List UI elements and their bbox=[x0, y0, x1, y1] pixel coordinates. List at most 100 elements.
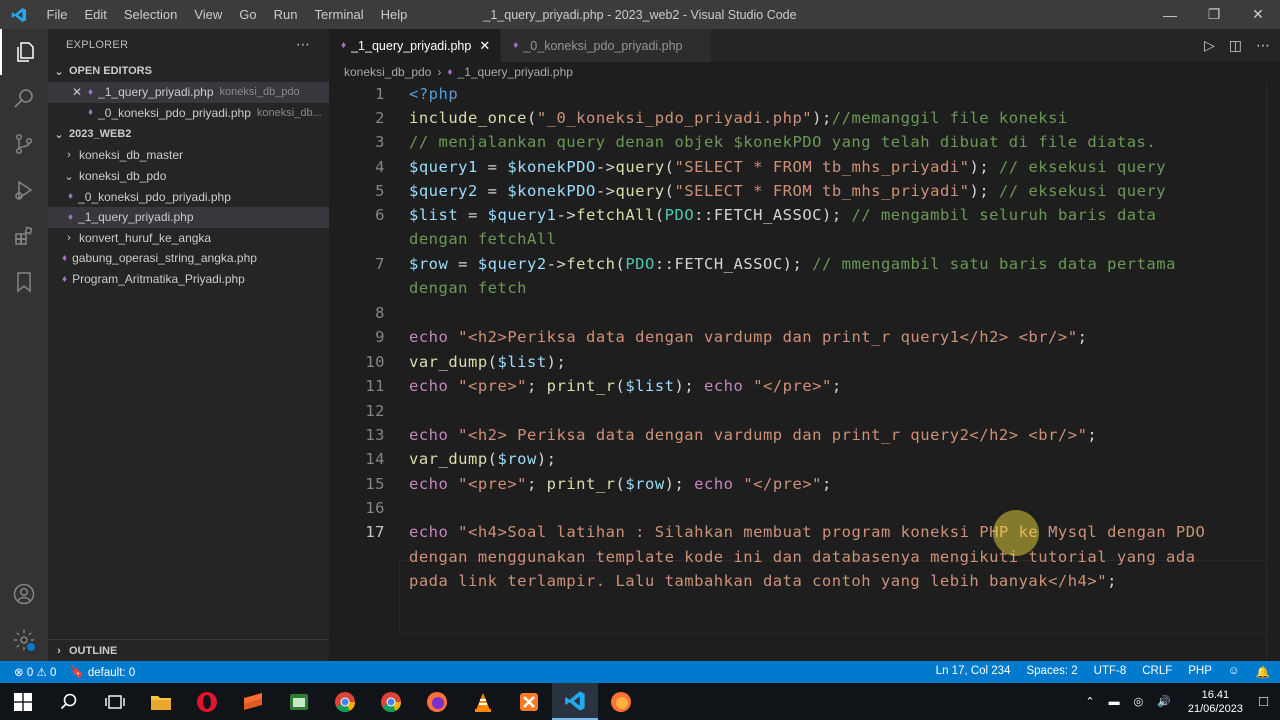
open-editor-item[interactable]: ♦ _0_koneksi_pdo_priyadi.php koneksi_db.… bbox=[48, 103, 329, 124]
tab-koneksi-pdo[interactable]: ♦ _0_koneksi_pdo_priyadi.php ✕ bbox=[501, 29, 713, 62]
menu-selection[interactable]: Selection bbox=[115, 0, 185, 29]
close-tab-icon[interactable]: ✕ bbox=[479, 38, 490, 54]
code-line: echo "<h2>Periksa data dengan vardump da… bbox=[409, 328, 1088, 346]
more-actions-icon[interactable]: ⋯ bbox=[296, 36, 311, 53]
firefox-icon[interactable] bbox=[598, 683, 644, 720]
folder-item[interactable]: ⌄ koneksi_db_pdo bbox=[48, 166, 329, 187]
breadcrumb-folder[interactable]: koneksi_db_pdo bbox=[344, 65, 431, 79]
open-editors-title: OPEN EDITORS bbox=[69, 65, 152, 77]
more-actions-icon[interactable]: ⋯ bbox=[1256, 37, 1270, 54]
open-editor-item[interactable]: ✕ ♦ _1_query_priyadi.php koneksi_db_pdo bbox=[48, 82, 329, 103]
taskbar-search-icon[interactable] bbox=[46, 683, 92, 720]
menu-run[interactable]: Run bbox=[265, 0, 306, 29]
source-control-icon[interactable] bbox=[0, 121, 48, 167]
mouse-cursor-highlight bbox=[993, 510, 1039, 556]
line-number: 14 bbox=[365, 450, 385, 468]
bookmarks-icon[interactable] bbox=[0, 259, 48, 305]
code-line-wrap: dengan fetch bbox=[409, 279, 527, 297]
close-window-icon[interactable]: ✕ bbox=[1236, 0, 1280, 29]
chrome-icon[interactable] bbox=[322, 683, 368, 720]
file-name: _1_query_priyadi.php bbox=[78, 210, 194, 225]
xampp-icon[interactable] bbox=[506, 683, 552, 720]
editor-scrollbar[interactable] bbox=[1266, 82, 1280, 661]
activity-bar bbox=[0, 29, 48, 661]
php-file-icon: ♦ bbox=[447, 66, 453, 78]
code-line: var_dump($row); bbox=[409, 450, 557, 468]
file-item-selected[interactable]: ♦ _1_query_priyadi.php bbox=[48, 206, 329, 228]
branch-status[interactable]: 🔖 default: 0 bbox=[70, 665, 135, 679]
chrome-icon[interactable] bbox=[368, 683, 414, 720]
minimize-icon[interactable]: — bbox=[1148, 0, 1192, 29]
restore-icon[interactable]: ❐ bbox=[1192, 0, 1236, 29]
close-icon[interactable]: ✕ bbox=[72, 85, 88, 99]
folder-item[interactable]: › konvert_huruf_ke_angka bbox=[48, 228, 329, 249]
clock-date: 21/06/2023 bbox=[1187, 702, 1243, 715]
extensions-icon[interactable] bbox=[0, 213, 48, 259]
vlc-icon[interactable] bbox=[460, 683, 506, 720]
file-item[interactable]: ♦ Program_Aritmatika_Priyadi.php bbox=[48, 269, 329, 290]
split-editor-icon[interactable]: ◫ bbox=[1229, 37, 1242, 54]
run-debug-icon[interactable] bbox=[0, 167, 48, 213]
breadcrumb-file[interactable]: _1_query_priyadi.php bbox=[458, 65, 573, 79]
file-item[interactable]: ♦ gabung_operasi_string_angka.php bbox=[48, 248, 329, 269]
task-view-icon[interactable] bbox=[92, 683, 138, 720]
tab-query-priyadi[interactable]: ♦ _1_query_priyadi.php ✕ bbox=[329, 29, 502, 62]
code-line: var_dump($list); bbox=[409, 353, 567, 371]
menu-terminal[interactable]: Terminal bbox=[306, 0, 372, 29]
windows-start-icon[interactable] bbox=[0, 683, 46, 720]
line-number: 9 bbox=[375, 328, 385, 346]
chevron-right-icon: › bbox=[67, 231, 71, 244]
php-file-icon: ♦ bbox=[341, 40, 347, 51]
run-file-icon[interactable]: ▷ bbox=[1204, 37, 1215, 54]
language-mode[interactable]: PHP bbox=[1188, 665, 1212, 679]
wifi-icon[interactable]: ◎ bbox=[1134, 695, 1144, 708]
vscode-taskbar-icon[interactable] bbox=[552, 683, 598, 720]
encoding[interactable]: UTF-8 bbox=[1094, 665, 1127, 679]
open-editors-section[interactable]: ⌄ OPEN EDITORS bbox=[48, 60, 329, 82]
cursor-position[interactable]: Ln 17, Col 234 bbox=[936, 665, 1011, 679]
chevron-down-icon: ⌄ bbox=[64, 170, 74, 183]
open-editor-path: koneksi_db... bbox=[256, 106, 322, 119]
account-icon[interactable] bbox=[0, 571, 48, 617]
workspace-section[interactable]: ⌄ 2023_WEB2 bbox=[48, 123, 329, 145]
app-window-icon[interactable] bbox=[276, 683, 322, 720]
menu-file[interactable]: File bbox=[38, 0, 76, 29]
line-ending[interactable]: CRLF bbox=[1142, 665, 1172, 679]
firefox-icon[interactable] bbox=[414, 683, 460, 720]
menu-view[interactable]: View bbox=[186, 0, 231, 29]
clock[interactable]: 16.41 21/06/2023 bbox=[1188, 688, 1243, 716]
opera-browser-icon[interactable] bbox=[184, 683, 230, 720]
folder-item[interactable]: › koneksi_db_master bbox=[48, 145, 329, 166]
folder-name: konvert_huruf_ke_angka bbox=[79, 230, 212, 245]
explorer-icon[interactable] bbox=[0, 29, 48, 75]
outline-section[interactable]: › OUTLINE bbox=[48, 639, 329, 661]
chevron-right-icon: › bbox=[67, 149, 71, 162]
notification-center-icon[interactable]: □ bbox=[1259, 693, 1268, 710]
battery-icon[interactable]: ▬ bbox=[1109, 696, 1120, 708]
notifications-icon[interactable]: 🔔 bbox=[1256, 665, 1270, 679]
tray-chevron-up-icon[interactable]: ⌃ bbox=[1085, 695, 1094, 708]
volume-icon[interactable]: 🔊 bbox=[1157, 695, 1171, 708]
code-line: <?php bbox=[409, 85, 459, 103]
search-icon[interactable] bbox=[0, 75, 48, 121]
menu-bar: File Edit Selection View Go Run Terminal… bbox=[38, 0, 416, 29]
line-number: 7 bbox=[375, 255, 385, 273]
feedback-icon[interactable]: ☺ bbox=[1228, 665, 1240, 679]
indentation[interactable]: Spaces: 2 bbox=[1026, 665, 1077, 679]
line-number: 6 bbox=[375, 206, 385, 224]
file-item[interactable]: ♦ _0_koneksi_pdo_priyadi.php bbox=[48, 186, 329, 207]
menu-help[interactable]: Help bbox=[372, 0, 416, 29]
explorer-sidebar: EXPLORER ⋯ ⌄ OPEN EDITORS ✕ ♦ _1_query_p… bbox=[48, 29, 329, 661]
settings-gear-icon[interactable] bbox=[0, 617, 48, 663]
editor-tabs: ♦ _1_query_priyadi.php ✕ ♦ _0_koneksi_pd… bbox=[329, 29, 1280, 62]
php-file-icon: ♦ bbox=[68, 211, 74, 223]
menu-edit[interactable]: Edit bbox=[76, 0, 115, 29]
problems-status[interactable]: ⊗ 0 ⚠ 0 bbox=[14, 665, 56, 679]
php-file-icon: ♦ bbox=[68, 191, 74, 203]
breadcrumb: koneksi_db_pdo › ♦ _1_query_priyadi.php bbox=[344, 65, 573, 79]
line-number: 4 bbox=[375, 158, 385, 176]
folder-name: koneksi_db_master bbox=[79, 148, 184, 163]
sublime-app-icon[interactable] bbox=[230, 683, 276, 720]
file-explorer-icon[interactable] bbox=[138, 683, 184, 720]
menu-go[interactable]: Go bbox=[231, 0, 265, 29]
